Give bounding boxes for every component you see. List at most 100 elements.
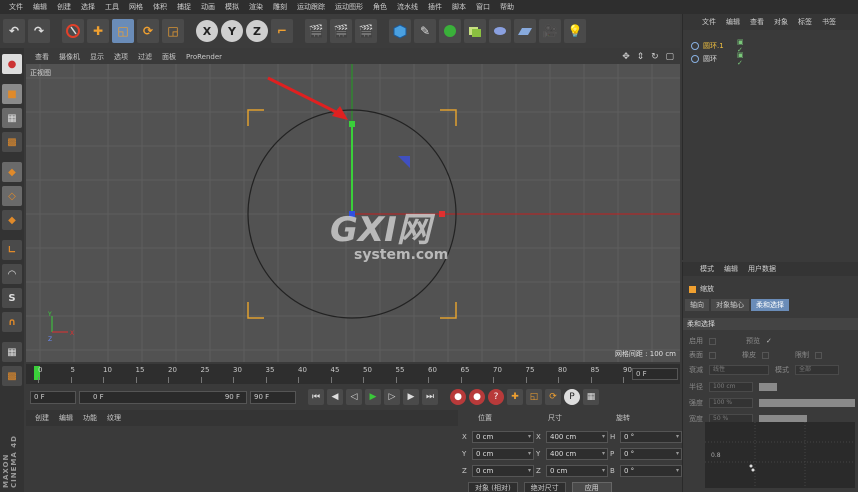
object-manager-tab-0[interactable]: 文件 [697, 17, 721, 27]
edges-mode-icon[interactable]: ◇ [2, 186, 22, 206]
recent-tool-icon[interactable]: ◲ [162, 19, 184, 43]
menu-item-14[interactable]: 角色 [368, 2, 392, 12]
deformer-icon[interactable] [489, 19, 511, 43]
scale-tool-icon[interactable]: ◱ [112, 19, 134, 43]
size-field[interactable]: 0 cm [546, 464, 608, 477]
go-to-start-icon[interactable]: ⏮ [308, 389, 324, 405]
go-to-end-icon[interactable]: ⏭ [422, 389, 438, 405]
radius-slider[interactable] [759, 383, 777, 391]
rotation-field[interactable]: 0 ° [620, 464, 682, 477]
menu-item-6[interactable]: 体积 [148, 2, 172, 12]
menu-item-16[interactable]: 插件 [423, 2, 447, 12]
preview-checkbox[interactable]: ✓ [766, 337, 772, 345]
menu-item-9[interactable]: 模拟 [220, 2, 244, 12]
cube-object-icon[interactable] [389, 19, 411, 43]
array-icon[interactable] [464, 19, 486, 43]
axis-x-button[interactable]: X [196, 20, 218, 42]
radius-field[interactable]: 100 cm [709, 382, 753, 392]
axis-y-button[interactable]: Y [221, 20, 243, 42]
object-row[interactable]: 圆环.1 ▣ ✓ [691, 38, 744, 54]
workplane-icon[interactable]: ▩ [2, 132, 22, 152]
object-manager-tab-4[interactable]: 标签 [793, 17, 817, 27]
material-tab-2[interactable]: 功能 [78, 413, 102, 423]
object-row[interactable]: 圆环 ▣ ✓ [691, 51, 744, 67]
material-tab-3[interactable]: 纹理 [102, 413, 126, 423]
viewport-tab-4[interactable]: 过滤 [133, 52, 157, 62]
position-key-icon[interactable]: ✚ [507, 389, 523, 405]
restrict-checkbox[interactable] [815, 351, 822, 359]
object-manager-tab-5[interactable]: 书签 [817, 17, 841, 27]
render-settings-icon[interactable]: 🎬 [355, 19, 377, 43]
locked-workplane-icon[interactable]: ▩ [2, 366, 22, 386]
size-field[interactable]: 400 cm [546, 430, 608, 443]
rotate-tool-icon[interactable]: ⟳ [137, 19, 159, 43]
strength-field[interactable]: 100 % [709, 398, 753, 408]
coordinate-system-icon[interactable]: ⌐ [271, 19, 293, 43]
menu-item-8[interactable]: 动画 [196, 2, 220, 12]
position-field[interactable]: 0 cm [472, 430, 534, 443]
viewport-tab-2[interactable]: 显示 [85, 52, 109, 62]
end-frame-field[interactable]: 90 F [250, 390, 296, 404]
axis-z-button[interactable]: Z [246, 20, 268, 42]
coord-mode-select[interactable]: 对象 (相对) [468, 482, 518, 492]
auto-key-icon[interactable]: ● [469, 389, 485, 405]
timeline[interactable]: 0 5 10 15 20 25 30 35 40 45 50 55 60 65 70 75 80 85 90 0 F [26, 364, 680, 384]
model-mode-icon[interactable]: ■ [2, 84, 22, 104]
menu-item-10[interactable]: 渲染 [244, 2, 268, 12]
menu-item-17[interactable]: 脚本 [447, 2, 471, 12]
material-tab-0[interactable]: 创建 [30, 413, 54, 423]
menu-item-18[interactable]: 窗口 [471, 2, 495, 12]
pen-spline-icon[interactable]: ✎ [414, 19, 436, 43]
tweak-mode-icon[interactable]: ◠ [2, 264, 22, 284]
menu-item-15[interactable]: 流水线 [392, 2, 423, 12]
make-editable-icon[interactable]: ● [2, 54, 22, 74]
falloff-graph[interactable]: 0.8 [705, 422, 855, 488]
live-select-icon[interactable] [62, 19, 84, 43]
camera-icon[interactable]: 🎥 [539, 19, 561, 43]
magnet-icon[interactable]: ∩ [2, 312, 22, 332]
keyframe-selection-icon[interactable]: ? [488, 389, 504, 405]
object-manager-tab-2[interactable]: 查看 [745, 17, 769, 27]
viewport-tab-1[interactable]: 摄像机 [54, 52, 85, 62]
next-frame-icon[interactable]: ▷ [384, 389, 400, 405]
rubber-checkbox[interactable] [762, 351, 769, 359]
start-frame-field[interactable]: 0 F [30, 390, 76, 404]
record-keys-icon[interactable]: ● [450, 389, 466, 405]
texture-mode-icon[interactable]: ▦ [2, 108, 22, 128]
current-frame-field[interactable]: 0 F [632, 368, 678, 380]
light-icon[interactable]: 💡 [564, 19, 586, 43]
menu-item-0[interactable]: 文件 [4, 2, 28, 12]
menu-item-3[interactable]: 选择 [76, 2, 100, 12]
prev-key-icon[interactable]: ◀ [327, 389, 343, 405]
rotation-field[interactable]: 0 ° [620, 430, 682, 443]
scale-key-icon[interactable]: ◱ [526, 389, 542, 405]
points-mode-icon[interactable]: ◆ [2, 162, 22, 182]
rotation-field[interactable]: 0 ° [620, 447, 682, 460]
position-field[interactable]: 0 cm [472, 447, 534, 460]
menu-item-19[interactable]: 帮助 [495, 2, 519, 12]
next-key-icon[interactable]: ▶ [403, 389, 419, 405]
apply-button[interactable]: 应用 [571, 482, 612, 492]
attribute-tab-0[interactable]: 模式 [695, 264, 719, 274]
attribute-tab-2[interactable]: 用户数据 [743, 264, 781, 274]
redo-button[interactable]: ↷ [28, 19, 50, 43]
viewport-nav-icons[interactable]: ✥ ⇕ ↻ ▢ [617, 52, 680, 62]
attribute-tab-1[interactable]: 编辑 [719, 264, 743, 274]
menu-item-4[interactable]: 工具 [100, 2, 124, 12]
mode-select[interactable]: 全部 [795, 365, 839, 375]
object-manager-tab-1[interactable]: 编辑 [721, 17, 745, 27]
axis-mode-icon[interactable]: ∟ [2, 240, 22, 260]
menu-item-2[interactable]: 创建 [52, 2, 76, 12]
material-tab-1[interactable]: 编辑 [54, 413, 78, 423]
grid-floor-icon[interactable]: ▦ [2, 342, 22, 362]
frame-range-slider[interactable]: 0 F 90 F [79, 390, 247, 404]
prev-frame-icon[interactable]: ◁ [346, 389, 362, 405]
menu-item-5[interactable]: 网格 [124, 2, 148, 12]
size-mode-select[interactable]: 绝对尺寸 [523, 482, 566, 492]
snap-icon[interactable]: S [2, 288, 22, 308]
position-field[interactable]: 0 cm [472, 464, 534, 477]
surface-checkbox[interactable] [709, 351, 716, 359]
strength-slider[interactable] [759, 399, 855, 407]
section-header[interactable]: 柔和选择 [683, 318, 858, 330]
size-field[interactable]: 400 cm [546, 447, 608, 460]
